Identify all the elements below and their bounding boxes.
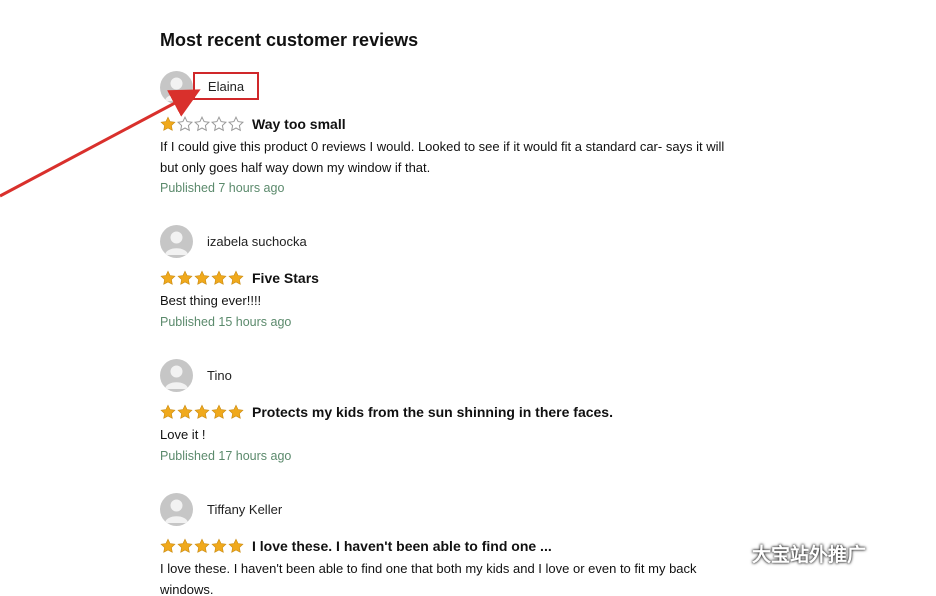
star-rating[interactable] bbox=[160, 538, 245, 554]
star-filled-icon bbox=[211, 404, 227, 419]
reviewer-profile[interactable]: Tino bbox=[160, 358, 232, 392]
published-time: Published 7 hours ago bbox=[160, 181, 285, 195]
star-filled-icon bbox=[228, 270, 244, 285]
review-title[interactable]: Way too small bbox=[252, 116, 346, 132]
wechat-icon bbox=[720, 543, 746, 564]
star-filled-icon bbox=[211, 538, 227, 553]
review-body: If I could give this product 0 reviews I… bbox=[160, 136, 724, 178]
watermark: 大宝站外推广 bbox=[720, 540, 866, 567]
user-silhouette-icon bbox=[165, 365, 188, 389]
user-silhouette-icon bbox=[165, 499, 188, 523]
star-filled-icon bbox=[160, 404, 176, 419]
watermark-text: 大宝站外推广 bbox=[752, 545, 867, 566]
star-filled-icon bbox=[177, 404, 193, 419]
user-silhouette-icon bbox=[165, 231, 188, 255]
star-filled-icon bbox=[211, 270, 227, 285]
star-empty-icon bbox=[228, 116, 244, 132]
review-body-line: I love these. I haven't been able to fin… bbox=[160, 561, 697, 576]
star-filled-icon bbox=[228, 538, 244, 553]
review-body: I love these. I haven't been able to fin… bbox=[160, 558, 697, 596]
star-filled-icon bbox=[177, 538, 193, 553]
star-empty-icon bbox=[194, 116, 210, 132]
review-body-line: If I could give this product 0 reviews I… bbox=[160, 139, 725, 154]
rating-row: Protects my kids from the sun shinning i… bbox=[160, 404, 613, 420]
review-title[interactable]: Protects my kids from the sun shinning i… bbox=[252, 404, 613, 420]
rating-row: Way too small bbox=[160, 116, 346, 132]
star-filled-icon bbox=[194, 404, 210, 419]
reviewer-profile[interactable]: izabela suchocka bbox=[160, 224, 307, 258]
star-filled-icon bbox=[160, 270, 176, 285]
review-title[interactable]: I love these. I haven't been able to fin… bbox=[252, 538, 552, 554]
star-filled-icon bbox=[177, 270, 193, 285]
avatar[interactable] bbox=[160, 492, 193, 526]
star-rating[interactable] bbox=[160, 270, 245, 286]
avatar[interactable] bbox=[160, 358, 193, 392]
star-filled-icon bbox=[228, 404, 244, 419]
review-page: Most recent customer reviews Elaina Way … bbox=[0, 0, 936, 596]
star-filled-icon bbox=[194, 538, 210, 553]
star-rating[interactable] bbox=[160, 404, 245, 420]
avatar[interactable] bbox=[160, 70, 193, 104]
review-body: Best thing ever!!!! bbox=[160, 290, 261, 311]
star-filled-icon bbox=[194, 270, 210, 285]
review-body-line: windows. bbox=[160, 582, 214, 596]
reviewer-name-highlight-box[interactable]: Elaina bbox=[193, 72, 259, 100]
review-body-line: Best thing ever!!!! bbox=[160, 293, 262, 308]
review-title[interactable]: Five Stars bbox=[252, 270, 319, 286]
reviewer-name[interactable]: Tiffany Keller bbox=[207, 502, 282, 517]
star-filled-icon bbox=[160, 116, 176, 131]
reviewer-name[interactable]: Tino bbox=[207, 368, 232, 383]
review-body-line: but only goes half way down my window if… bbox=[160, 160, 431, 175]
star-filled-icon bbox=[160, 538, 176, 553]
rating-row: Five Stars bbox=[160, 270, 319, 286]
published-time: Published 15 hours ago bbox=[160, 315, 292, 329]
star-empty-icon bbox=[211, 116, 227, 132]
reviewer-profile[interactable]: Tiffany Keller bbox=[160, 492, 282, 526]
reviewer-profile[interactable] bbox=[160, 70, 193, 104]
page-title: Most recent customer reviews bbox=[160, 30, 419, 50]
star-rating[interactable] bbox=[160, 116, 245, 132]
published-time: Published 17 hours ago bbox=[160, 449, 292, 463]
user-silhouette-icon bbox=[165, 77, 188, 101]
reviewer-name[interactable]: Elaina bbox=[208, 79, 244, 94]
review-body-line: Love it ! bbox=[160, 427, 206, 442]
review-item: Tino Protects my kids from the sun shinn… bbox=[160, 358, 820, 468]
rating-row: I love these. I haven't been able to fin… bbox=[160, 538, 552, 554]
review-item: Elaina Way too small If I could give thi… bbox=[160, 70, 820, 200]
review-body: Love it ! bbox=[160, 424, 206, 445]
star-empty-icon bbox=[177, 116, 193, 132]
faint-footer-text bbox=[570, 585, 573, 595]
review-item: izabela suchocka Five Stars Best thing e… bbox=[160, 224, 820, 334]
reviewer-name[interactable]: izabela suchocka bbox=[207, 234, 307, 249]
avatar[interactable] bbox=[160, 224, 193, 258]
